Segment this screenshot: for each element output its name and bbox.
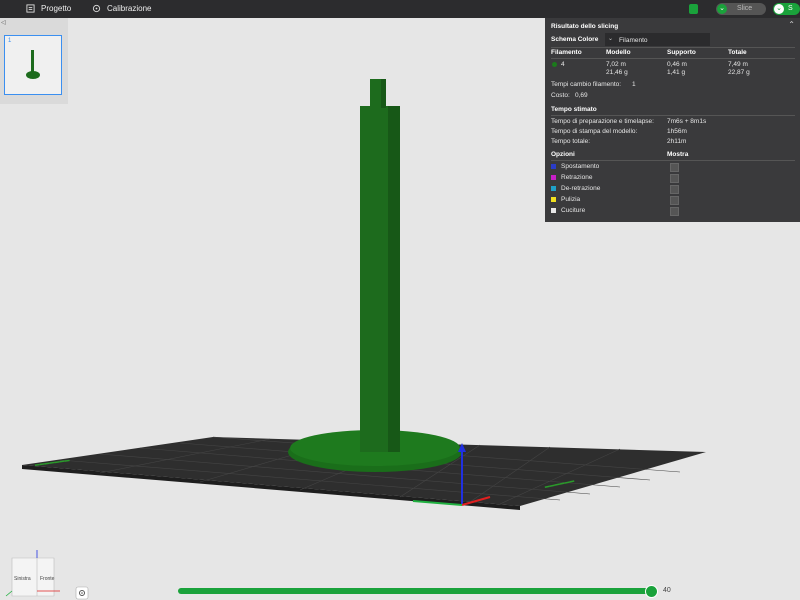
calibration-icon: [92, 4, 101, 13]
top-bar: Progetto Calibrazione ⌄ Slice ⌄ S: [0, 0, 800, 18]
send-dropdown-icon: ⌄: [774, 4, 784, 14]
wipe-show-checkbox[interactable]: [670, 196, 679, 205]
cost-label: Costo:: [551, 92, 570, 99]
collapse-result-icon[interactable]: ⌃: [788, 20, 795, 29]
retraction-color-swatch: [551, 174, 556, 180]
slicing-result-panel: Risultato dello slicing ⌃ Schema Colore …: [545, 18, 800, 222]
print-time-value: 1h56m: [667, 128, 687, 135]
send-button[interactable]: ⌄ S: [773, 3, 800, 15]
preview-toggle-icon[interactable]: [689, 4, 698, 14]
layer-slider-track[interactable]: [178, 588, 650, 594]
send-label: S: [788, 5, 793, 12]
option-label: Spostamento: [561, 163, 600, 170]
project-icon: [26, 4, 35, 13]
prep-time-label: Tempo di preparazione e timelapse:: [551, 118, 654, 125]
option-row-wipe: Pulizia: [551, 196, 795, 206]
option-label: De-retrazione: [561, 185, 601, 192]
option-label: Retrazione: [561, 174, 593, 181]
option-label: Cuciture: [561, 207, 586, 214]
layer-slider-value: 40: [663, 587, 671, 594]
plate-thumbnail[interactable]: 1: [4, 35, 62, 95]
slice-dropdown-button[interactable]: ⌄ Slice: [716, 3, 766, 15]
reset-view-icon[interactable]: [75, 586, 89, 600]
model-length: 7,02 m: [606, 61, 626, 68]
show-label: Mostra: [667, 151, 689, 158]
model-weight: 21,46 g: [606, 69, 628, 76]
deretraction-show-checkbox[interactable]: [670, 185, 679, 194]
model-top-nub-shade: [381, 79, 386, 108]
seams-show-checkbox[interactable]: [670, 207, 679, 216]
support-length: 0,46 m: [667, 61, 687, 68]
support-weight: 1,41 g: [667, 69, 686, 76]
retraction-show-checkbox[interactable]: [670, 174, 679, 183]
model-column-shade: [388, 106, 400, 452]
cube-face-front[interactable]: Fronte: [40, 576, 55, 582]
cube-face-left[interactable]: Sinistra: [14, 576, 31, 582]
filament-color-swatch: [552, 62, 557, 67]
plate-thumbnail-image: [26, 50, 40, 79]
color-scheme-label: Schema Colore: [551, 36, 599, 43]
option-label: Pulizia: [561, 196, 581, 203]
col-model: Modello: [606, 49, 631, 56]
calibration-menu[interactable]: Calibrazione: [92, 4, 151, 13]
project-menu[interactable]: Progetto: [26, 4, 71, 13]
filament-change-label: Tempi cambio filamento:: [551, 81, 622, 88]
travel-color-swatch: [551, 163, 556, 169]
view-cube[interactable]: Sinistra Fronte: [4, 546, 64, 600]
travel-show-checkbox[interactable]: [670, 163, 679, 172]
seams-color-swatch: [551, 207, 556, 213]
col-filament: Filamento: [551, 49, 582, 56]
slice-label: Slice: [737, 5, 753, 12]
filament-id: 4: [561, 61, 565, 68]
total-weight: 22,87 g: [728, 69, 750, 76]
total-time-label: Tempo totale:: [551, 138, 591, 145]
option-row-travel: Spostamento: [551, 163, 795, 173]
option-row-retraction: Retrazione: [551, 174, 795, 184]
cost-value: 0,69: [575, 92, 588, 99]
calibration-label: Calibrazione: [107, 4, 152, 13]
color-scheme-value: Filamento: [619, 37, 648, 44]
time-title: Tempo stimato: [551, 106, 597, 113]
option-row-seams: Cuciture: [551, 207, 795, 217]
print-time-label: Tempo di stampa del modello:: [551, 128, 638, 135]
options-label: Opzioni: [551, 151, 575, 158]
total-time-value: 2h11m: [667, 138, 687, 145]
project-label: Progetto: [41, 4, 72, 13]
dropdown-chevron-icon: ⌄: [608, 36, 614, 42]
layer-slider-handle[interactable]: [645, 585, 658, 598]
col-total: Totale: [728, 49, 747, 56]
result-title: Risultato dello slicing: [551, 23, 619, 30]
deretraction-color-swatch: [551, 185, 556, 191]
option-row-deretraction: De-retrazione: [551, 185, 795, 195]
collapse-panel-button[interactable]: ◁: [1, 19, 6, 26]
filament-change-value: 1: [632, 81, 636, 88]
color-scheme-dropdown[interactable]: ⌄ Filamento: [605, 33, 710, 46]
prep-time-value: 7m6s + 8m1s: [667, 118, 707, 125]
wipe-color-swatch: [551, 196, 556, 202]
col-support: Supporto: [667, 49, 696, 56]
total-length: 7,49 m: [728, 61, 748, 68]
slice-dropdown-icon: ⌄: [717, 4, 727, 14]
